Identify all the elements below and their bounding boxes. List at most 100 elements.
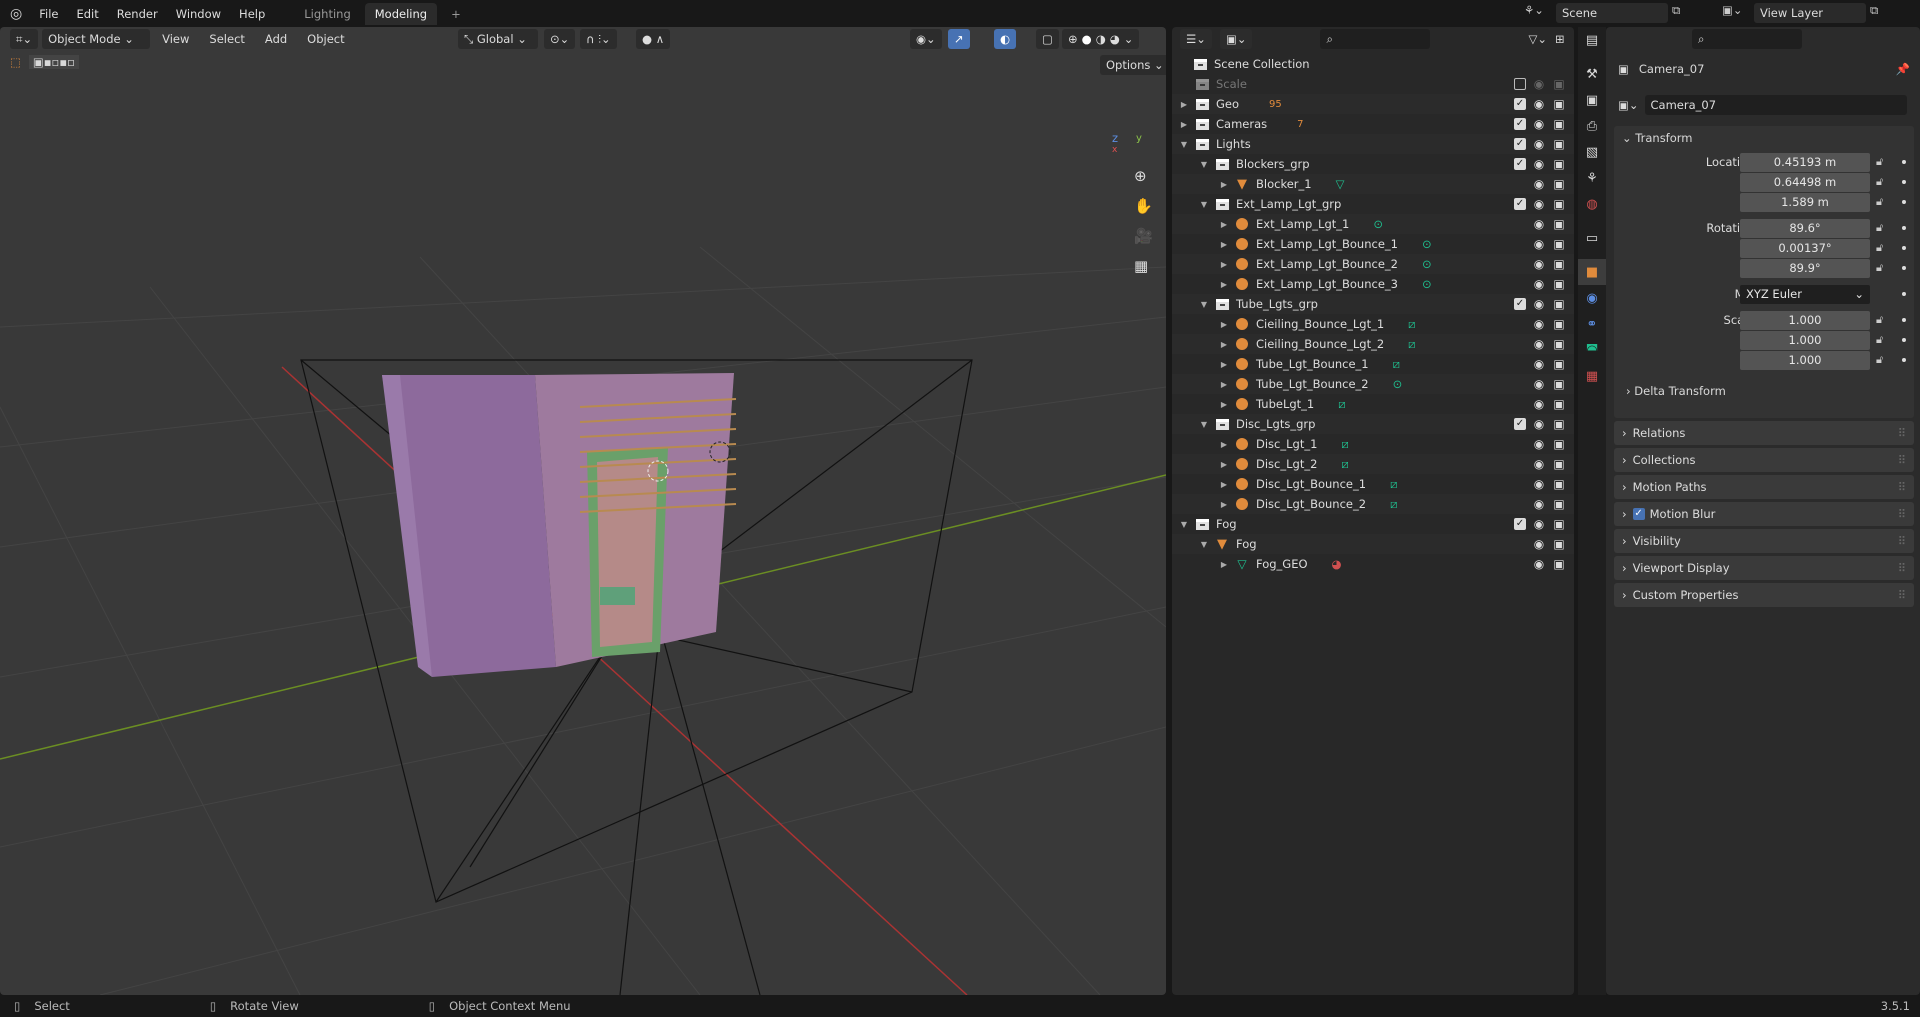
filter-icon[interactable]: ▽⌄ (1528, 32, 1546, 46)
expanded-arrow-icon[interactable]: ▼ (1198, 420, 1210, 429)
eye-icon[interactable]: ◉ (1532, 97, 1546, 111)
eye-icon[interactable]: ◉ (1532, 377, 1546, 391)
eye-icon[interactable]: ◉ (1532, 417, 1546, 431)
wireframe-shading-icon[interactable]: ⊕ (1068, 32, 1078, 46)
drag-handle-icon[interactable]: ⠿ (1898, 561, 1906, 575)
select-box-mode-icons[interactable]: ▣▪▫▪▫ (28, 55, 79, 69)
value-field[interactable]: 1.000 (1740, 350, 1870, 370)
area-light-data-icon[interactable]: ⧄ (1338, 397, 1345, 412)
blender-logo-icon[interactable]: ◎ (10, 6, 22, 22)
drag-handle-icon[interactable]: ⠿ (1898, 453, 1906, 467)
editor-type-icon[interactable]: ▤ (1578, 27, 1606, 53)
material-icon[interactable]: ◕ (1332, 557, 1342, 571)
value-field[interactable]: 89.6° (1740, 218, 1870, 238)
view-layer-selector[interactable]: View Layer (1754, 3, 1866, 23)
eye-icon[interactable]: ◉ (1532, 117, 1546, 131)
eye-icon[interactable]: ◉ (1532, 297, 1546, 311)
filter-view-icon[interactable]: ▣⌄ (1219, 29, 1253, 49)
constraints-tab-icon[interactable]: ⚭ (1578, 311, 1606, 337)
lock-icon[interactable]: 🔓︎ (1876, 195, 1883, 209)
exclude-checkbox[interactable]: ✓ (1514, 138, 1526, 150)
point-light-data-icon[interactable]: ⊙ (1393, 377, 1403, 391)
outliner-row[interactable]: ▶ Tube_Lgt_Bounce_1 ⧄ ◉ ▣ (1172, 354, 1574, 374)
keyframe-dot[interactable] (1902, 200, 1906, 204)
render-camera-icon[interactable]: ▣ (1552, 337, 1566, 351)
visibility-icon[interactable]: ◉⌄ (910, 29, 942, 49)
collapse-arrow-icon[interactable]: ▶ (1218, 220, 1230, 229)
panel-custom-properties[interactable]: › Custom Properties ⠿ (1614, 583, 1914, 607)
collapse-arrow-icon[interactable]: ▶ (1218, 180, 1230, 189)
eye-icon[interactable]: ◉ (1532, 317, 1546, 331)
world-tab-icon[interactable]: ◍ (1578, 191, 1606, 217)
eye-icon[interactable]: ◉ (1532, 337, 1546, 351)
ortho-grid-icon[interactable]: ▦ (1134, 257, 1153, 275)
area-light-data-icon[interactable]: ⧄ (1341, 457, 1348, 472)
area-light-data-icon[interactable]: ⧄ (1390, 497, 1397, 512)
overlays-icon[interactable]: ◐ (994, 29, 1017, 49)
outliner-row[interactable]: ▶ Disc_Lgt_1 ⧄ ◉ ▣ (1172, 434, 1574, 454)
menu-view[interactable]: View (154, 32, 197, 46)
drag-handle-icon[interactable]: ⠿ (1898, 480, 1906, 494)
outliner-row[interactable]: ▶ Ext_Lamp_Lgt_Bounce_3 ⊙ ◉ ▣ (1172, 274, 1574, 294)
panel-visibility[interactable]: › Visibility ⠿ (1614, 529, 1914, 553)
shading-buttons[interactable]: ⊕ ● ◑ ◕ ⌄ (1062, 29, 1140, 49)
eye-icon[interactable]: ◉ (1532, 397, 1546, 411)
texture-tab-icon[interactable]: ▦ (1578, 363, 1606, 389)
keyframe-dot[interactable] (1902, 180, 1906, 184)
snap-icon[interactable]: ∩ ⫶⌄ (580, 29, 617, 49)
render-camera-icon[interactable]: ▣ (1552, 237, 1566, 251)
outliner-row[interactable]: ▶ Disc_Lgt_Bounce_1 ⧄ ◉ ▣ (1172, 474, 1574, 494)
editor-type-button[interactable]: ⌗⌄ (10, 29, 39, 49)
object-name-field[interactable]: Camera_07 (1644, 95, 1907, 115)
outliner-search-input[interactable]: ⌕ (1320, 29, 1431, 49)
area-light-data-icon[interactable]: ⧄ (1393, 357, 1400, 372)
outliner-row[interactable]: ▶ Geo 95 ✓ ◉ ▣ (1172, 94, 1574, 114)
render-camera-icon[interactable]: ▣ (1552, 117, 1566, 131)
viewport-scene[interactable] (0, 27, 1166, 995)
point-light-data-icon[interactable]: ⊙ (1422, 277, 1432, 291)
mesh-data-icon[interactable]: ▽ (1336, 177, 1345, 191)
outliner-row[interactable]: ▶ TubeLgt_1 ⧄ ◉ ▣ (1172, 394, 1574, 414)
value-field[interactable]: 0.45193 m (1740, 152, 1870, 172)
collapse-arrow-icon[interactable]: ▶ (1218, 340, 1230, 349)
render-camera-icon[interactable]: ▣ (1552, 177, 1566, 191)
menu-object[interactable]: Object (299, 32, 352, 46)
tab-modeling[interactable]: Modeling (364, 2, 438, 25)
expanded-arrow-icon[interactable]: ▼ (1198, 160, 1210, 169)
eye-icon[interactable]: ◉ (1532, 357, 1546, 371)
add-workspace-button[interactable]: + (441, 3, 471, 25)
exclude-checkbox[interactable]: ✓ (1514, 118, 1526, 130)
area-light-data-icon[interactable]: ⧄ (1408, 317, 1415, 332)
xray-icon[interactable]: ▢ (1036, 29, 1059, 49)
lock-icon[interactable]: 🔓︎ (1876, 261, 1883, 275)
drag-handle-icon[interactable]: ⠿ (1898, 426, 1906, 440)
eye-icon[interactable]: ◉ (1532, 497, 1546, 511)
keyframe-dot[interactable] (1902, 226, 1906, 230)
camera-data-tab-icon[interactable]: ◚ (1578, 337, 1606, 363)
area-light-data-icon[interactable]: ⧄ (1390, 477, 1397, 492)
lock-icon[interactable]: 🔓︎ (1876, 353, 1883, 367)
outliner-row[interactable]: ▼ Fog ✓ ◉ ▣ (1172, 514, 1574, 534)
scene-selector[interactable]: Scene (1556, 3, 1668, 23)
keyframe-dot[interactable] (1902, 338, 1906, 342)
panel-motion-paths[interactable]: › Motion Paths ⠿ (1614, 475, 1914, 499)
outliner-row[interactable]: ▶ Ext_Lamp_Lgt_Bounce_1 ⊙ ◉ ▣ (1172, 234, 1574, 254)
render-camera-icon[interactable]: ▣ (1552, 137, 1566, 151)
value-field[interactable]: 0.00137° (1740, 238, 1870, 258)
navigation-gizmo[interactable]: z y x (1108, 97, 1148, 157)
tab-lighting[interactable]: Lighting (294, 3, 360, 25)
render-camera-icon[interactable]: ▣ (1552, 197, 1566, 211)
exclude-checkbox[interactable]: ✓ (1514, 418, 1526, 430)
outliner-row[interactable]: ▶ ▼ Blocker_1 ▽ ◉ ▣ (1172, 174, 1574, 194)
lock-icon[interactable]: 🔓︎ (1876, 313, 1883, 327)
drag-handle-icon[interactable]: ⠿ (1898, 507, 1906, 521)
collapse-arrow-icon[interactable]: ▶ (1218, 460, 1230, 469)
outliner-row[interactable]: ▶ Ext_Lamp_Lgt_1 ⊙ ◉ ▣ (1172, 214, 1574, 234)
rotation-mode-dropdown[interactable]: XYZ Euler ⌄ (1740, 284, 1870, 304)
keyframe-dot[interactable] (1902, 266, 1906, 270)
solid-shading-icon[interactable]: ● (1082, 32, 1092, 46)
collapse-arrow-icon[interactable]: ▶ (1178, 120, 1190, 129)
collapse-arrow-icon[interactable]: ▶ (1218, 560, 1230, 569)
transform-header[interactable]: ⌄ Transform (1614, 126, 1914, 150)
point-light-data-icon[interactable]: ⊙ (1373, 217, 1383, 231)
